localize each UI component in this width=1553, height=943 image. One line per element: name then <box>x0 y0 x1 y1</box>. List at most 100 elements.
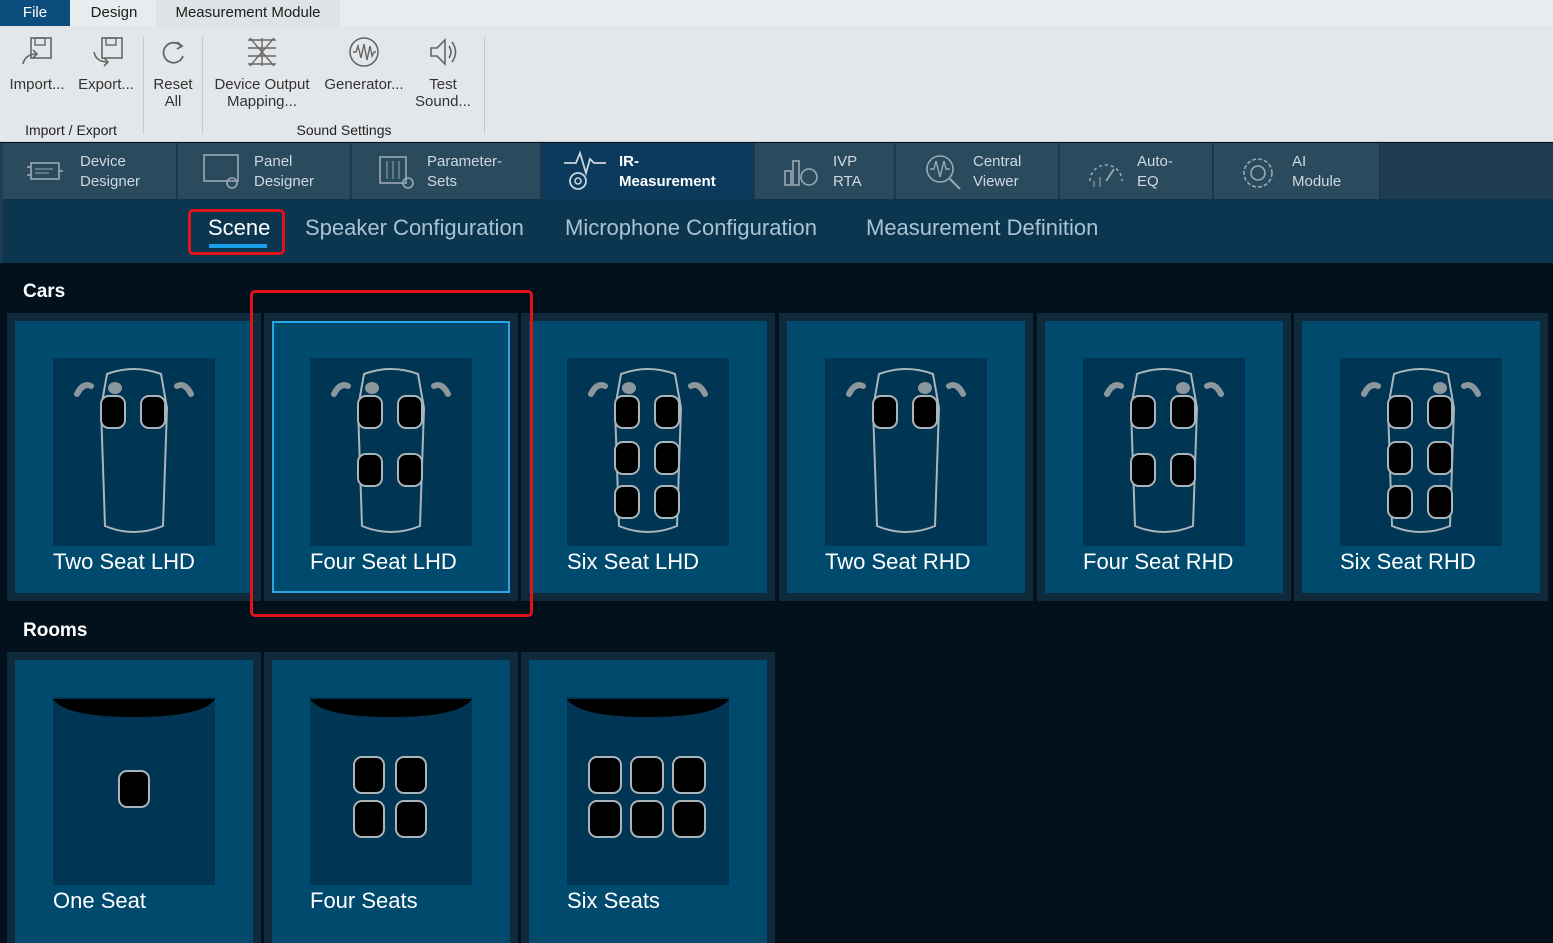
import-label: Import... <box>9 76 65 93</box>
ir-measurement-icon <box>564 150 606 190</box>
scene-name: Four Seat RHD <box>1083 549 1234 574</box>
scene-name: One Seat <box>53 888 146 913</box>
scene-tile-four-seats[interactable]: Four Seats <box>264 652 518 943</box>
device-output-label-2: Mapping... <box>226 93 298 110</box>
export-button[interactable]: Export... <box>74 34 138 93</box>
car-diagram-six-seat-rhd <box>1361 368 1481 533</box>
car-diagram-two-seat-rhd <box>846 368 966 533</box>
scene-tile-six-seats[interactable]: Six Seats <box>521 652 775 943</box>
room-diagram-four-seats <box>310 699 472 838</box>
group-label-import-export: Import / Export <box>25 122 117 138</box>
scene-name: Two Seat RHD <box>825 549 971 574</box>
module-label: AI <box>1292 153 1307 170</box>
car-diagram-six-seat-lhd <box>588 368 708 533</box>
device-output-label-1: Device Output <box>214 76 310 93</box>
reset-all-button[interactable]: Reset All <box>148 34 198 110</box>
speaker-icon <box>430 38 457 66</box>
module-ir-measurement[interactable]: IR- Measurement <box>542 143 754 199</box>
module-label: EQ <box>1137 173 1159 190</box>
module-label: Device <box>80 153 126 170</box>
ribbon: Import... Export... Reset All Device Out… <box>0 26 1553 142</box>
export-label: Export... <box>78 76 134 93</box>
ribbon-separator <box>202 36 203 134</box>
device-output-mapping-icon <box>248 37 276 67</box>
section-title-rooms: Rooms <box>23 620 88 641</box>
menu-measurement-module[interactable]: Measurement Module <box>156 0 340 26</box>
reset-label-1: Reset <box>153 76 193 93</box>
module-panel-designer[interactable]: Panel Designer <box>178 143 351 199</box>
scene-tile-six-seat-lhd[interactable]: Six Seat LHD <box>521 313 775 601</box>
car-two-seat-lhd-image <box>53 358 215 546</box>
scene-name: Two Seat LHD <box>53 549 195 574</box>
room-four-seats-image <box>310 697 472 885</box>
menu-design[interactable]: Design <box>76 0 152 26</box>
module-label: IVP <box>833 153 858 170</box>
tab-microphone-configuration[interactable]: Microphone Configuration <box>565 215 817 241</box>
room-one-seat-image <box>53 697 215 885</box>
module-label: Sets <box>427 173 458 190</box>
room-diagram-one-seat <box>53 699 215 808</box>
scene-tile-two-seat-rhd[interactable]: Two Seat RHD <box>779 313 1033 601</box>
module-ivp-rta[interactable]: IVP RTA <box>755 143 895 199</box>
panel-designer-icon <box>203 154 239 189</box>
parameter-sets-icon <box>379 156 414 189</box>
scene-tile-two-seat-lhd[interactable]: Two Seat LHD <box>7 313 261 601</box>
generator-icon <box>349 37 379 67</box>
module-bar: Device Designer Panel Designer Parameter- S… <box>0 143 1553 199</box>
module-label: Auto- <box>1137 153 1173 170</box>
ai-module-icon <box>1243 158 1273 188</box>
highlight-box-four-seat-lhd <box>250 290 533 617</box>
export-icon <box>93 37 123 67</box>
scene-name: Six Seats <box>567 888 660 913</box>
test-sound-label-2: Sound... <box>415 93 471 110</box>
import-button[interactable]: Import... <box>4 34 70 93</box>
menu-file[interactable]: File <box>0 0 70 26</box>
auto-eq-icon <box>1089 164 1123 187</box>
group-label-sound-settings: Sound Settings <box>296 122 392 138</box>
car-diagram-two-seat-lhd <box>74 368 194 533</box>
reset-label-2: All <box>164 93 182 110</box>
module-label: Central <box>973 153 1022 170</box>
scene-name: Six Seat RHD <box>1340 549 1476 574</box>
device-output-mapping-button[interactable]: Device Output Mapping... <box>210 34 314 110</box>
tab-speaker-configuration[interactable]: Speaker Configuration <box>305 215 524 241</box>
scene-name: Four Seats <box>310 888 418 913</box>
section-title-cars: Cars <box>23 281 66 302</box>
tab-measurement-definition[interactable]: Measurement Definition <box>866 215 1098 241</box>
scene-name: Six Seat LHD <box>567 549 700 574</box>
room-diagram-six-seats <box>567 699 729 838</box>
module-label: Viewer <box>973 173 1019 190</box>
scene-tile-six-seat-rhd[interactable]: Six Seat RHD <box>1294 313 1548 601</box>
module-label: Designer <box>80 173 141 190</box>
test-sound-label-1: Test <box>429 76 457 93</box>
module-auto-eq[interactable]: Auto- EQ <box>1060 143 1213 199</box>
module-label: IR- <box>619 153 639 170</box>
car-four-seat-rhd-image <box>1083 358 1245 546</box>
device-designer-icon <box>27 162 63 180</box>
test-sound-button[interactable]: Test Sound... <box>412 34 474 110</box>
module-label: Designer <box>254 173 315 190</box>
ribbon-separator <box>484 36 485 134</box>
central-viewer-icon <box>926 155 961 190</box>
module-central-viewer[interactable]: Central Viewer <box>896 143 1059 199</box>
car-two-seat-rhd-image <box>825 358 987 546</box>
generator-label: Generator... <box>324 76 404 93</box>
ivp-rta-icon <box>784 160 818 186</box>
module-label: RTA <box>833 173 862 190</box>
ribbon-separator <box>143 36 144 134</box>
module-device-designer[interactable]: Device Designer <box>3 143 177 199</box>
module-label: Measurement <box>619 173 716 190</box>
highlight-box-scene <box>188 209 285 255</box>
menu-bar: File Design Measurement Module <box>0 0 1553 26</box>
module-label: Parameter- <box>427 153 503 170</box>
module-parameter-sets[interactable]: Parameter- Sets <box>352 143 541 199</box>
car-six-seat-rhd-image <box>1340 358 1502 546</box>
car-diagram-four-seat-rhd <box>1104 368 1224 533</box>
scene-tile-one-seat[interactable]: One Seat <box>7 652 261 943</box>
module-label: Module <box>1292 173 1342 190</box>
module-label: Panel <box>254 153 293 170</box>
reset-icon <box>162 41 184 64</box>
scene-tile-four-seat-rhd[interactable]: Four Seat RHD <box>1037 313 1291 601</box>
module-ai-module[interactable]: AI Module <box>1214 143 1380 199</box>
generator-button[interactable]: Generator... <box>320 34 408 93</box>
